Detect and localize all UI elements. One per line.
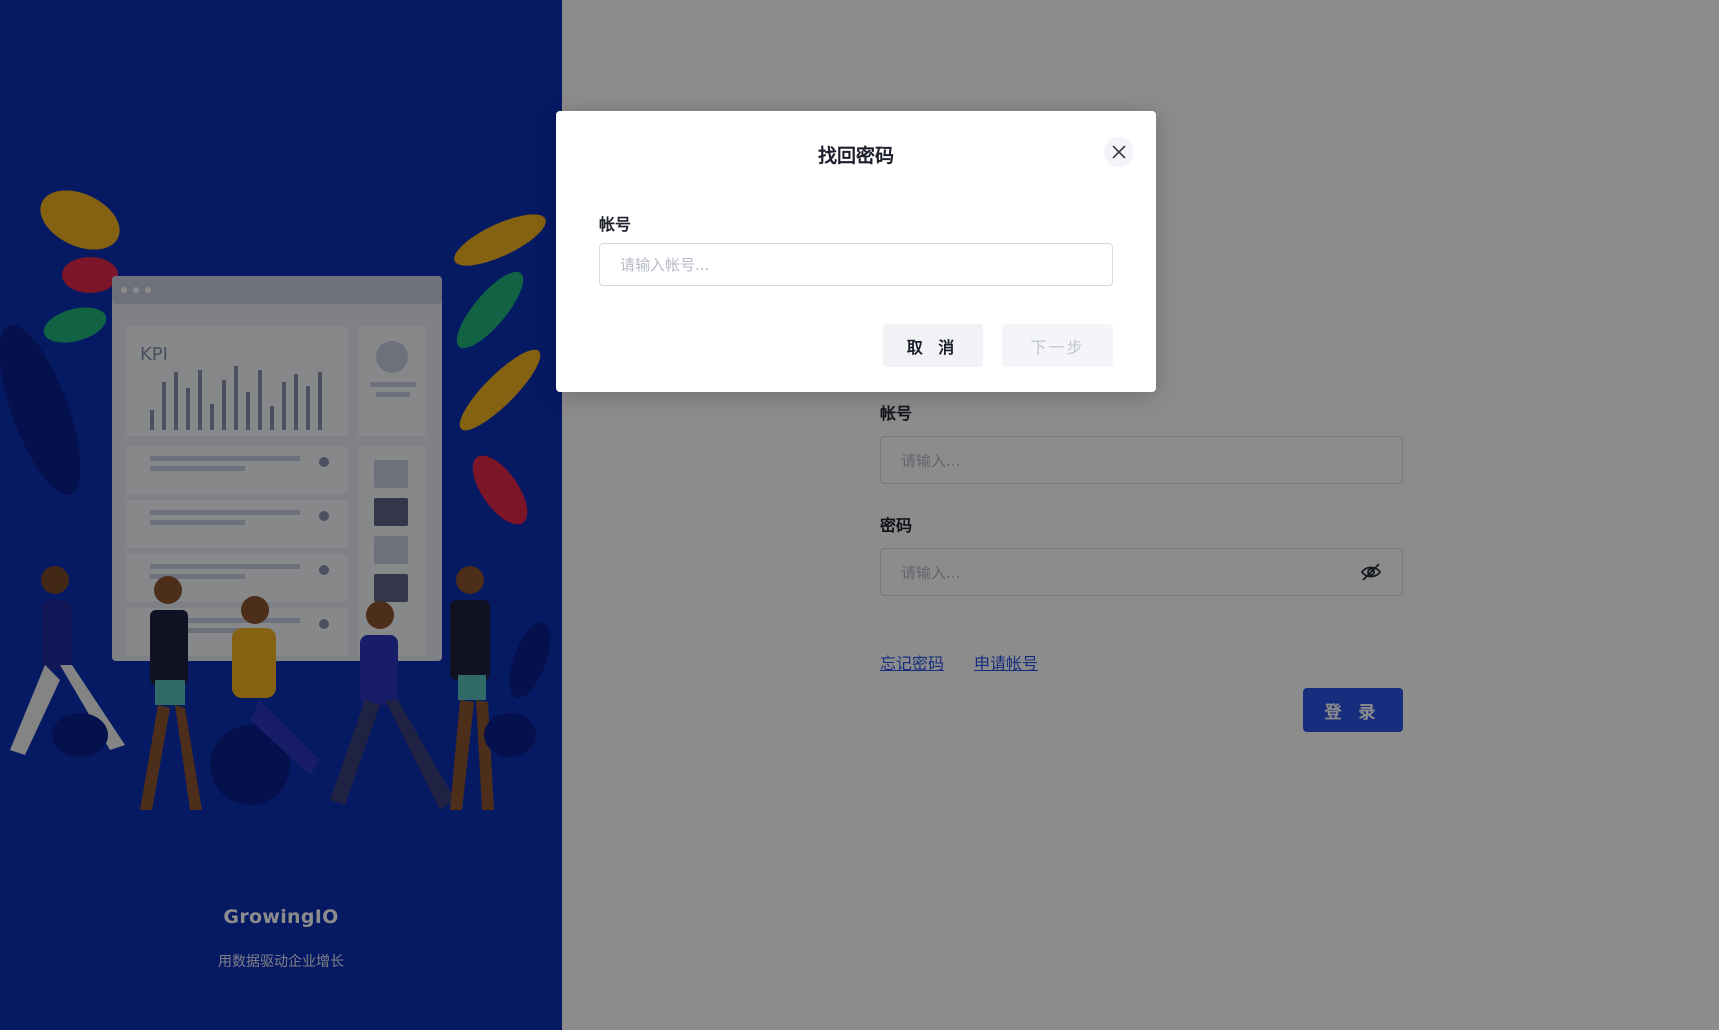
cancel-button[interactable]: 取 消: [883, 324, 983, 367]
close-icon: [1112, 145, 1126, 159]
recover-password-dialog: 找回密码 帐号 请输入帐号... 取 消 下一步: [556, 111, 1156, 392]
dialog-account-label: 帐号: [599, 215, 632, 234]
close-button[interactable]: [1104, 137, 1134, 167]
dialog-account-placeholder: 请输入帐号...: [620, 256, 710, 274]
dialog-title: 找回密码: [817, 145, 894, 167]
next-step-button[interactable]: 下一步: [1002, 324, 1113, 367]
dialog-account-input[interactable]: 请输入帐号...: [599, 243, 1113, 286]
